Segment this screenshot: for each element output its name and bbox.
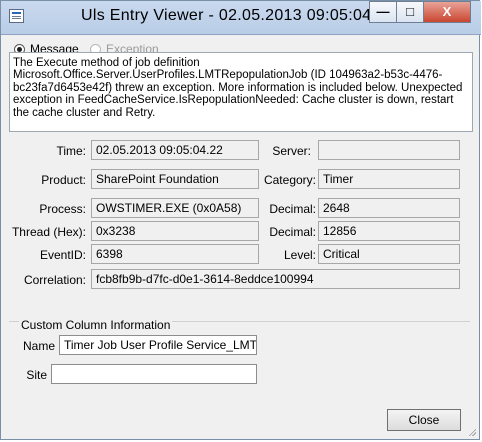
- message-textbox[interactable]: The Execute method of job definition Mic…: [9, 52, 473, 132]
- level-label: Level:: [283, 248, 316, 262]
- thread-decimal-field[interactable]: 12856: [318, 221, 460, 241]
- minimize-button[interactable]: —: [369, 1, 397, 23]
- server-field[interactable]: [318, 140, 460, 160]
- category-field[interactable]: Timer: [318, 169, 460, 189]
- product-label: Product:: [41, 173, 86, 187]
- close-window-button[interactable]: X: [423, 1, 471, 23]
- process-decimal-label: Decimal:: [269, 202, 316, 216]
- custom-site-field[interactable]: [51, 364, 257, 384]
- correlation-field[interactable]: fcb8fb9b-d7fc-d0e1-3614-8eddce100994: [91, 269, 460, 289]
- server-label: Server:: [272, 144, 311, 158]
- custom-column-groupbox: [9, 321, 470, 400]
- custom-site-label: Site: [26, 368, 47, 382]
- process-label: Process:: [39, 202, 86, 216]
- correlation-label: Correlation:: [23, 273, 86, 287]
- time-field[interactable]: 02.05.2013 09:05:04.22: [91, 140, 259, 160]
- custom-name-label: Name: [23, 339, 56, 353]
- title-bar[interactable]: Uls Entry Viewer - 02.05.2013 09:05:04.2…: [1, 1, 481, 35]
- category-label: Category:: [263, 173, 316, 187]
- time-label: Time:: [56, 144, 86, 158]
- thread-hex-field[interactable]: 0x3238: [91, 221, 259, 241]
- app-window-icon: [9, 9, 24, 23]
- custom-name-field[interactable]: Timer Job User Profile Service_LMTRepc: [59, 335, 257, 355]
- thread-decimal-label: Decimal:: [269, 225, 316, 239]
- level-field[interactable]: Critical: [318, 244, 460, 264]
- window-title: Uls Entry Viewer - 02.05.2013 09:05:04.2…: [81, 7, 395, 24]
- close-button[interactable]: Close: [387, 409, 461, 431]
- event-id-field[interactable]: 6398: [91, 244, 259, 264]
- product-field[interactable]: SharePoint Foundation: [91, 169, 259, 189]
- maximize-button[interactable]: □: [396, 1, 424, 23]
- resize-grip-icon[interactable]: [468, 428, 476, 436]
- uls-entry-viewer-window: Uls Entry Viewer - 02.05.2013 09:05:04.2…: [0, 0, 481, 440]
- thread-hex-label: Thread (Hex):: [11, 225, 86, 239]
- event-id-label: EventID:: [39, 248, 86, 262]
- process-decimal-field[interactable]: 2648: [318, 198, 460, 218]
- process-field[interactable]: OWSTIMER.EXE (0x0A58): [91, 198, 259, 218]
- custom-column-title: Custom Column Information: [19, 318, 173, 332]
